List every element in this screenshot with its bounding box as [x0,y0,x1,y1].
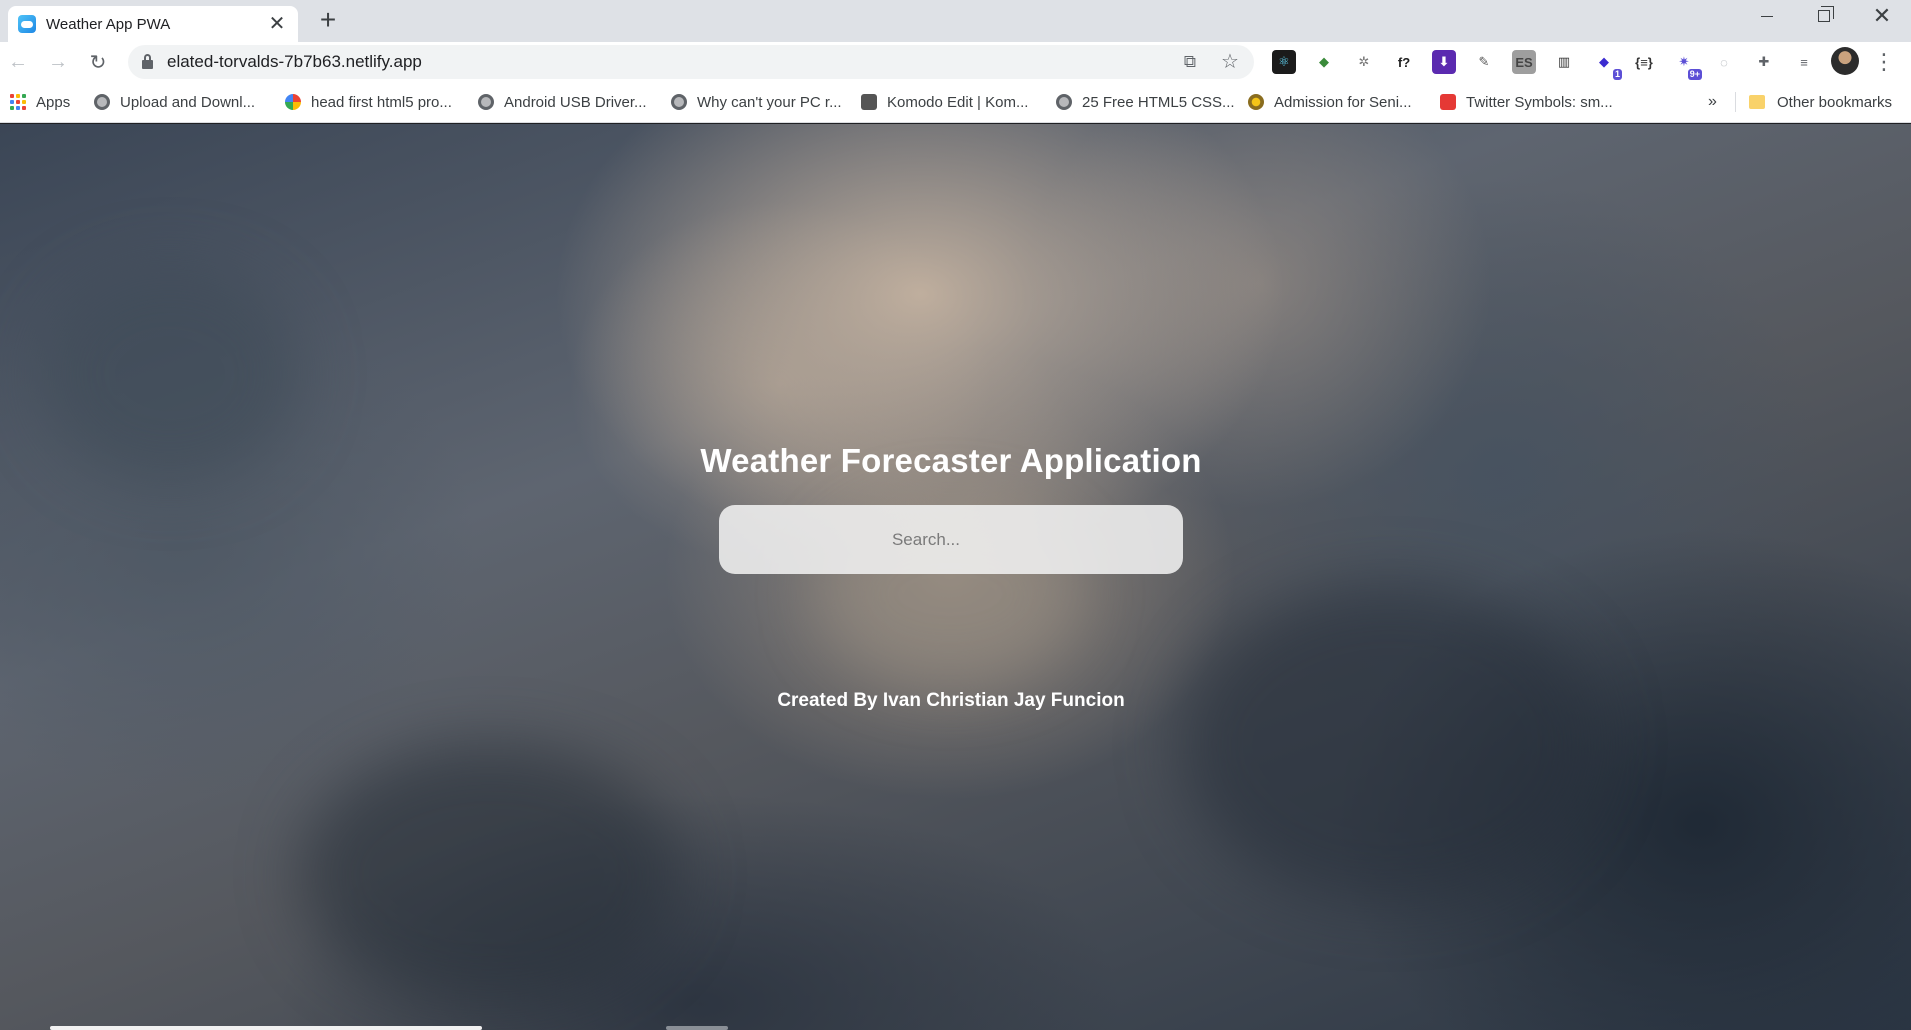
browser-menu-icon[interactable]: ⋮ [1868,46,1900,78]
lock-icon[interactable] [142,53,153,69]
minimize-button[interactable] [1738,0,1796,32]
bookmarks-separator [1735,92,1736,112]
search-input[interactable] [719,505,1183,574]
scrollbar-thumb[interactable] [666,1026,728,1030]
bookmark-label: Admission for Seni... [1274,93,1412,111]
bookmark-item[interactable]: Upload and Downl... [94,82,255,122]
spark-extension-icon[interactable]: ✷ 9+ [1672,50,1702,80]
globe-icon [478,94,494,110]
bookmark-label: Why can't your PC r... [697,93,842,111]
download-extension-icon[interactable]: ⬇ [1432,50,1456,74]
forward-button[interactable]: → [42,46,74,78]
bookmark-label: Upload and Downl... [120,93,256,111]
author-credit: Created By Ivan Christian Jay Funcion [777,690,1125,711]
bookmarks-overflow-button[interactable]: » [1708,82,1717,122]
bookmark-item[interactable]: Twitter Symbols: sm... [1440,82,1613,122]
weather-app-page: Weather Forecaster Application Created B… [0,124,1911,1030]
bookmark-label: Android USB Driver... [504,93,647,111]
bookmark-apps[interactable]: Apps [10,82,70,122]
browser-toolbar: ← → ↻ elated-torvalds-7b7b63.netlify.app… [0,42,1911,82]
json-extension-icon[interactable]: {≡} [1632,50,1656,74]
bookmark-item[interactable]: head first html5 pro... [285,82,452,122]
school-seal-icon [1248,94,1264,110]
new-tab-button[interactable]: + [312,4,344,36]
open-in-app-icon[interactable]: ⧉ [1180,52,1200,72]
lightning-icon [1440,94,1456,110]
restore-icon [1818,6,1834,22]
bookmark-item[interactable]: Komodo Edit | Kom... [861,82,1028,122]
profile-avatar[interactable] [1831,47,1859,75]
tab-strip: Weather App PWA ✕ + ✕ [0,0,1911,42]
graduation-extension-icon[interactable]: ◆ 1 [1592,50,1622,80]
weather-favicon-icon [18,15,36,33]
bookmark-item[interactable]: Why can't your PC r... [671,82,842,122]
extension-badge: 9+ [1687,69,1702,80]
globe-icon [94,94,110,110]
apps-grid-icon [10,94,26,110]
folder-icon [1749,95,1765,109]
bookmark-item[interactable]: Admission for Seni... [1248,82,1412,122]
bookmark-label: Twitter Symbols: sm... [1466,93,1613,111]
globe-icon [1056,94,1072,110]
tab-close-icon[interactable]: ✕ [266,13,288,35]
window-close-button[interactable]: ✕ [1853,0,1911,32]
eyedropper-icon[interactable]: ✎ [1472,50,1496,74]
tab-title: Weather App PWA [46,15,171,33]
bookmark-label: Other bookmarks [1777,93,1893,111]
back-button[interactable]: ← [2,46,34,78]
bookmark-star-icon[interactable]: ☆ [1220,52,1240,72]
es-extension-icon[interactable]: ES [1512,50,1536,74]
google-icon [285,94,301,110]
other-bookmarks[interactable]: Other bookmarks [1749,82,1892,122]
earth-extension-icon[interactable]: ◆ [1312,50,1336,74]
restore-button[interactable] [1795,0,1853,32]
whatfont-icon[interactable]: f? [1392,50,1416,74]
react-devtools-icon[interactable]: ⚛ [1272,50,1296,74]
address-bar[interactable]: elated-torvalds-7b7b63.netlify.app ⧉ ☆ [128,45,1254,79]
bookmark-item[interactable]: Android USB Driver... [478,82,647,122]
bookmark-label: head first html5 pro... [311,93,452,111]
page-title: Weather Forecaster Application [700,442,1202,479]
globe-icon [671,94,687,110]
bookmark-label: 25 Free HTML5 CSS... [1082,93,1235,111]
columns-extension-icon[interactable]: ▥ [1552,50,1576,74]
active-tab[interactable]: Weather App PWA ✕ [8,6,298,42]
bookmark-item[interactable]: 25 Free HTML5 CSS... [1056,82,1235,122]
bookmark-label: Apps [36,93,71,111]
bookmarks-bar: Apps Upload and Downl... head first html… [0,82,1911,123]
gear-extension-icon[interactable]: ✲ [1352,50,1376,74]
cloud-shape [1180,584,1600,904]
cloud-shape [300,744,680,1004]
reading-list-icon[interactable]: ≡ [1792,50,1816,74]
bookmark-label: Komodo Edit | Kom... [887,93,1029,111]
puzzle-icon[interactable]: ✚ [1752,50,1776,74]
circle-extension-icon[interactable]: ◌ [1712,50,1736,74]
reload-button[interactable]: ↻ [82,46,114,78]
komodo-icon [861,94,877,110]
extension-badge: 1 [1612,69,1622,80]
url-text[interactable]: elated-torvalds-7b7b63.netlify.app [167,52,422,72]
horizontal-scrollbar[interactable] [50,1026,482,1030]
minimize-icon [1761,15,1773,17]
